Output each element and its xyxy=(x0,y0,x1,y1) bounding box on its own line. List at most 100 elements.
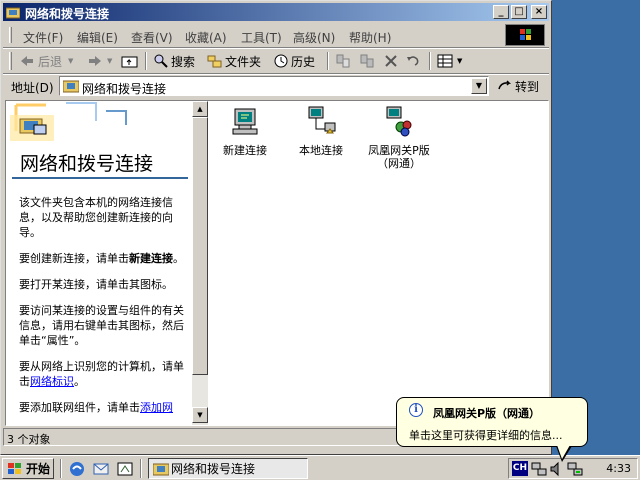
search-icon xyxy=(154,54,168,68)
delete-button[interactable] xyxy=(383,51,399,71)
outlook-express-icon[interactable] xyxy=(92,460,110,478)
pane-title-rule xyxy=(12,177,188,179)
menu-help[interactable]: 帮助(H) xyxy=(349,29,391,46)
history-button[interactable]: 历史 xyxy=(273,51,315,71)
pane-text-span: 要创建新连接，请单击 xyxy=(19,252,129,265)
local-connection-item[interactable]: 本地连接 xyxy=(284,105,358,157)
windows-logo xyxy=(505,24,545,46)
back-label: 后退 xyxy=(38,54,63,69)
menu-file[interactable]: 文件(F) xyxy=(23,29,63,46)
pane-paragraph: 要访问某连接的设置与组件的有关信息，请用右键单击其图标，然后单击“属性”。 xyxy=(19,304,184,347)
show-desktop-icon[interactable] xyxy=(116,460,134,478)
new-connection-item[interactable]: 新建连接 xyxy=(208,105,282,157)
pane-text-span: 要添加联网组件，请单击 xyxy=(19,401,140,414)
balloon-tail-fill xyxy=(557,445,570,459)
move-to-icon xyxy=(336,54,350,68)
pane-description: 该文件夹包含本机的网络连接信息，以及帮助您创建新连接的向导。 要创建新连接，请单… xyxy=(19,195,187,425)
taskbar-separator xyxy=(140,459,142,478)
minimize-button[interactable]: _ xyxy=(493,5,509,19)
title-bar[interactable]: 网络和拨号连接 _ □ × xyxy=(3,3,549,21)
folders-label: 文件夹 xyxy=(225,54,262,69)
toolbar-separator xyxy=(327,52,329,70)
move-to-button[interactable] xyxy=(335,51,351,71)
undo-button[interactable] xyxy=(405,51,421,71)
scroll-up-button[interactable]: ▲ xyxy=(192,101,208,117)
pane-paragraph: 要打开某连接，请单击其图标。 xyxy=(19,278,173,291)
info-icon: i xyxy=(409,403,423,417)
network-folder-icon xyxy=(63,80,79,93)
standard-toolbar: 后退 ▼ ▼ 搜索 文件夹 历史 ▼ xyxy=(3,49,549,73)
web-view-pane: 网络和拨号连接 该文件夹包含本机的网络连接信息，以及帮助您创建新连接的向导。 要… xyxy=(6,101,192,425)
windows-flag-icon xyxy=(8,462,21,474)
system-tray: CH 4:33 xyxy=(508,458,638,479)
go-label: 转到 xyxy=(515,79,540,94)
forward-button[interactable]: ▼ xyxy=(87,51,112,71)
address-value: 网络和拨号连接 xyxy=(82,82,167,96)
undo-icon xyxy=(407,56,419,66)
pane-title: 网络和拨号连接 xyxy=(20,153,154,175)
back-arrow-icon xyxy=(21,56,33,66)
dialup-connection-item[interactable]: 凤凰网关P版（网通） xyxy=(358,105,440,170)
menu-grip xyxy=(9,27,12,43)
notification-balloon[interactable]: i 凤凰网关P版（网通） 单击这里可获得更详细的信息... xyxy=(396,397,588,447)
menu-bar: 文件(F) 编辑(E) 查看(V) 收藏(A) 工具(T) 高级(N) 帮助(H… xyxy=(3,24,503,46)
delete-icon xyxy=(385,55,397,67)
pane-text-span: 。 xyxy=(173,252,184,265)
balloon-text: 单击这里可获得更详细的信息... xyxy=(409,429,563,442)
back-button[interactable]: 后退 ▼ xyxy=(19,51,73,71)
copy-to-button[interactable] xyxy=(359,51,375,71)
views-button[interactable]: ▼ xyxy=(437,51,462,71)
maximize-button[interactable]: □ xyxy=(511,5,527,19)
taskbar-window-button[interactable]: 网络和拨号连接 xyxy=(148,458,308,479)
object-count: 3 个对象 xyxy=(7,433,51,446)
window-title: 网络和拨号连接 xyxy=(25,7,110,21)
dialup-connection-icon xyxy=(386,106,412,137)
scroll-thumb[interactable] xyxy=(192,117,208,375)
scroll-down-button[interactable]: ▼ xyxy=(192,407,208,423)
address-dropdown-button[interactable]: ▼ xyxy=(471,78,487,94)
history-label: 历史 xyxy=(291,54,316,69)
taskbar: 开始 网络和拨号连接 CH 4:33 xyxy=(0,455,640,480)
close-button[interactable]: × xyxy=(531,5,547,19)
menu-advanced[interactable]: 高级(N) xyxy=(293,29,335,46)
pane-paragraph: 要添加联网组件，请单击添加网 xyxy=(19,400,187,415)
menu-view[interactable]: 查看(V) xyxy=(131,29,173,46)
item-label: 本地连接 xyxy=(299,144,343,157)
toolbar-grip xyxy=(9,52,12,70)
menu-favorites[interactable]: 收藏(A) xyxy=(185,29,227,46)
up-button[interactable] xyxy=(121,51,139,71)
local-connection-icon xyxy=(308,106,336,134)
forward-arrow-icon xyxy=(89,56,101,66)
folders-button[interactable]: 文件夹 xyxy=(207,51,261,71)
add-network-components-link[interactable]: 添加网 xyxy=(140,401,173,414)
go-button[interactable]: 转到 xyxy=(497,77,539,95)
volume-icon[interactable] xyxy=(549,461,565,477)
dialup-tray-icon[interactable] xyxy=(567,461,583,477)
folder-up-icon xyxy=(121,56,138,68)
search-label: 搜索 xyxy=(171,54,196,69)
pane-paragraph: 要创建新连接，请单击新建连接。 xyxy=(19,251,187,266)
network-folder-icon xyxy=(6,7,20,19)
pane-bold-span: 新建连接 xyxy=(129,252,173,265)
input-method-indicator[interactable]: CH xyxy=(512,461,528,476)
file-list: 新建连接 本地连接 凤凰网关P版（网通） xyxy=(208,101,548,425)
forward-dropdown-icon: ▼ xyxy=(107,57,113,65)
menu-edit[interactable]: 编辑(E) xyxy=(77,29,118,46)
internet-explorer-icon[interactable] xyxy=(68,460,86,478)
pane-paragraph: 要从网络上识别您的计算机，请单击网络标识。 xyxy=(19,359,187,389)
network-id-link[interactable]: 网络标识 xyxy=(30,375,74,388)
windows-flag-icon xyxy=(520,29,531,40)
start-label: 开始 xyxy=(26,462,51,476)
toolbar-separator xyxy=(145,52,147,70)
search-button[interactable]: 搜索 xyxy=(153,51,195,71)
menu-tools[interactable]: 工具(T) xyxy=(241,29,282,46)
left-pane-scrollbar[interactable]: ▲ ▼ xyxy=(192,101,208,425)
network-tray-icon[interactable] xyxy=(531,461,547,477)
start-button[interactable]: 开始 xyxy=(2,458,54,479)
history-icon xyxy=(274,54,288,68)
address-bar: 地址(D) 网络和拨号连接 ▼ 转到 xyxy=(3,75,549,97)
clock[interactable]: 4:33 xyxy=(606,462,631,475)
explorer-window: 网络和拨号连接 _ □ × 文件(F) 编辑(E) 查看(V) 收藏(A) 工具… xyxy=(0,0,552,455)
go-arrow-icon xyxy=(498,80,512,90)
address-input[interactable]: 网络和拨号连接 ▼ xyxy=(59,76,489,96)
